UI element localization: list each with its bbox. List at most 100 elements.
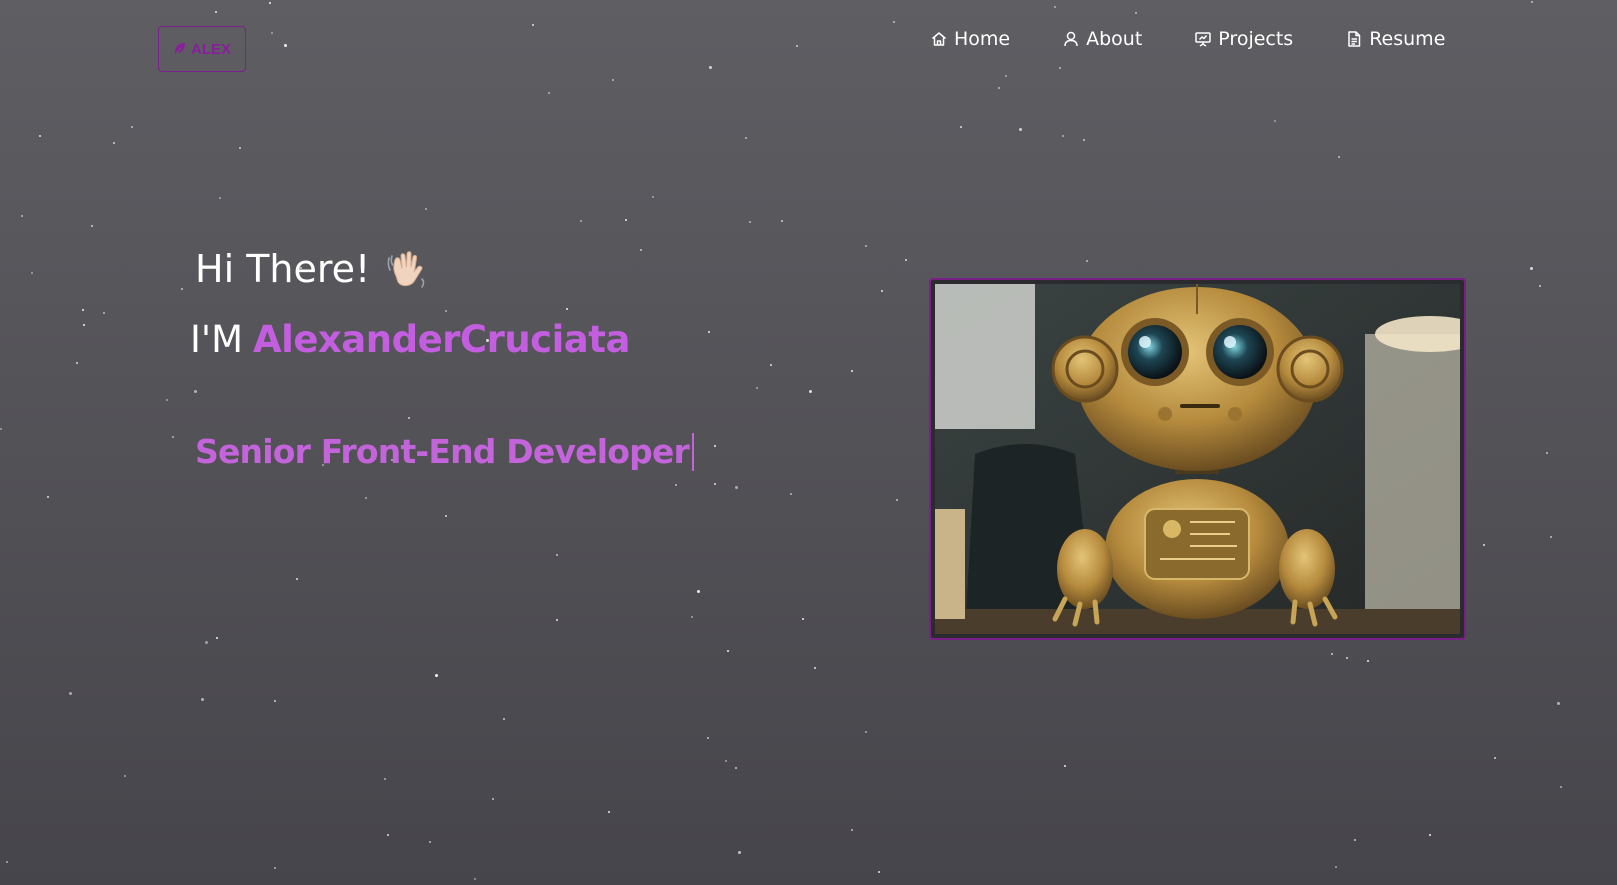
star <box>239 147 241 149</box>
nav-item-label: Home <box>954 28 1011 50</box>
star <box>269 2 271 4</box>
star <box>445 310 447 312</box>
star <box>851 370 853 372</box>
star <box>1531 1 1533 3</box>
star <box>1546 452 1548 454</box>
star <box>1331 653 1333 655</box>
typing-cursor <box>692 432 695 471</box>
star <box>1059 67 1061 69</box>
star <box>749 221 751 223</box>
greeting-text: Hi There! <box>195 247 371 291</box>
star <box>503 718 505 720</box>
star <box>580 220 582 222</box>
star <box>83 324 85 326</box>
star <box>1557 702 1560 705</box>
star <box>770 364 772 366</box>
star <box>697 590 700 593</box>
star <box>1354 839 1356 841</box>
star <box>675 484 677 486</box>
star <box>1560 786 1562 788</box>
star <box>714 483 716 485</box>
star <box>82 309 84 311</box>
star <box>1429 834 1431 836</box>
star <box>1274 120 1276 122</box>
star <box>387 834 389 836</box>
star <box>851 829 853 831</box>
main-navigation: Home About Projects Resume <box>930 24 1445 54</box>
star <box>998 87 1000 89</box>
star <box>425 208 427 210</box>
star <box>39 135 41 137</box>
star <box>756 387 758 389</box>
star <box>608 811 610 813</box>
star <box>429 841 431 843</box>
nav-item-label: Resume <box>1369 28 1446 50</box>
hero-role: Senior Front-End Developer <box>195 432 695 471</box>
star <box>103 312 105 314</box>
star <box>216 637 218 639</box>
feather-icon <box>173 42 187 56</box>
star <box>91 225 93 227</box>
star <box>652 196 654 198</box>
star <box>1335 866 1337 868</box>
hero-image <box>929 278 1466 640</box>
star <box>445 515 447 517</box>
star <box>738 851 741 854</box>
star <box>124 775 126 777</box>
name-prefix: I'M <box>190 318 244 361</box>
star <box>1346 657 1348 659</box>
star <box>881 290 883 292</box>
star <box>1135 12 1137 14</box>
star <box>532 24 534 26</box>
star <box>1550 536 1552 538</box>
star <box>408 417 410 419</box>
waving-hand-icon <box>384 246 430 292</box>
star <box>566 308 568 310</box>
star <box>865 245 867 247</box>
star <box>745 137 747 139</box>
star <box>205 641 208 644</box>
nav-item-home[interactable]: Home <box>930 24 1010 54</box>
star <box>1064 765 1066 767</box>
star <box>76 362 78 364</box>
logo-button[interactable]: ALEX <box>158 26 246 72</box>
star <box>640 249 642 251</box>
star <box>47 496 49 498</box>
star <box>492 798 494 800</box>
star <box>6 861 8 863</box>
nav-item-projects[interactable]: Projects <box>1194 24 1293 54</box>
star <box>1539 285 1541 287</box>
star <box>878 871 880 873</box>
star <box>896 499 898 501</box>
star <box>1086 260 1088 262</box>
star <box>271 32 273 34</box>
star <box>707 737 709 739</box>
star <box>219 197 221 199</box>
star <box>384 778 386 780</box>
user-icon <box>1062 30 1080 48</box>
logo-text: ALEX <box>190 40 231 58</box>
star <box>625 219 627 221</box>
nav-item-about[interactable]: About <box>1062 24 1142 54</box>
star <box>735 767 737 769</box>
star <box>865 731 867 733</box>
star <box>790 493 792 495</box>
star <box>365 497 367 499</box>
star <box>1005 75 1007 77</box>
star <box>708 331 710 333</box>
star <box>548 92 550 94</box>
star <box>296 578 298 580</box>
star <box>1083 139 1085 141</box>
star <box>131 126 133 128</box>
nav-item-resume[interactable]: Resume <box>1345 24 1445 54</box>
star <box>215 11 217 13</box>
name-highlight: AlexanderCruciata <box>253 318 630 361</box>
star <box>274 867 276 869</box>
star <box>166 399 168 401</box>
star <box>172 436 174 438</box>
star <box>1338 156 1340 158</box>
nav-item-label: About <box>1086 28 1143 50</box>
star <box>201 698 204 701</box>
star <box>31 272 33 274</box>
star <box>1530 267 1533 270</box>
